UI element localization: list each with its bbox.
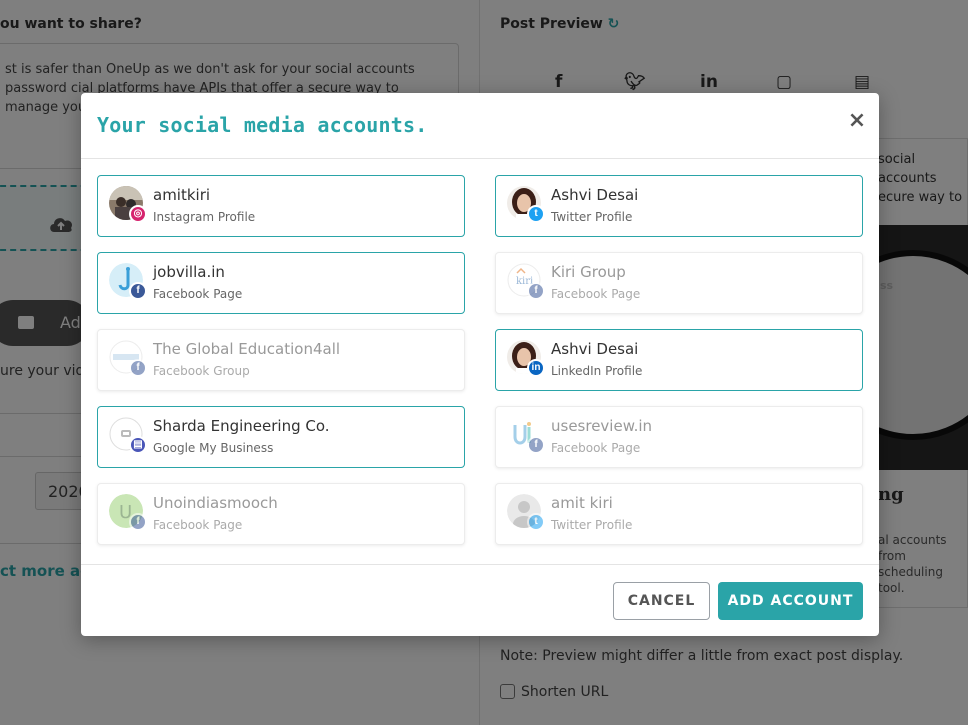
account-type: Instagram Profile (153, 210, 256, 224)
account-type: Facebook Page (153, 518, 243, 532)
cancel-button[interactable]: CANCEL (613, 582, 710, 620)
account-type: Twitter Profile (551, 210, 633, 224)
account-item-ashvi-desai-linkedin[interactable]: in Ashvi Desai LinkedIn Profile (495, 329, 863, 391)
twitter-icon: t (527, 205, 545, 223)
account-name: usesreview.in (551, 417, 653, 435)
account-type: Facebook Page (551, 441, 641, 455)
account-name: Kiri Group (551, 263, 626, 281)
account-name: The Global Education4all (153, 340, 341, 358)
account-type: Google My Business (153, 441, 274, 455)
account-type: Facebook Page (153, 287, 243, 301)
social-accounts-modal: Your social media accounts. × ◎ amitkiri… (81, 93, 879, 636)
linkedin-icon: in (527, 359, 545, 377)
account-type: Twitter Profile (551, 518, 633, 532)
account-item-unoindiasmooch-facebook[interactable]: U f Unoindiasmooch Facebook Page (97, 483, 465, 545)
account-name: Ashvi Desai (551, 186, 639, 204)
google-my-business-icon: ▤ (129, 436, 147, 454)
account-type: Facebook Page (551, 287, 641, 301)
account-type: Facebook Group (153, 364, 250, 378)
instagram-icon: ◎ (129, 205, 147, 223)
add-account-button[interactable]: ADD ACCOUNT (718, 582, 863, 620)
account-item-sharda-engineering-gmb[interactable]: ▤ Sharda Engineering Co. Google My Busin… (97, 406, 465, 468)
account-item-amit-kiri-twitter[interactable]: t amit kiri Twitter Profile (495, 483, 863, 545)
account-item-kiri-group-facebook[interactable]: kiri f Kiri Group Facebook Page (495, 252, 863, 314)
account-item-amitkiri-instagram[interactable]: ◎ amitkiri Instagram Profile (97, 175, 465, 237)
account-item-ashvi-desai-twitter[interactable]: t Ashvi Desai Twitter Profile (495, 175, 863, 237)
account-name: Unoindiasmooch (153, 494, 278, 512)
account-type: LinkedIn Profile (551, 364, 643, 378)
modal-header: Your social media accounts. × (81, 93, 879, 159)
facebook-icon: f (527, 282, 545, 300)
facebook-icon: f (129, 513, 147, 531)
facebook-icon: f (129, 359, 147, 377)
facebook-icon: f (527, 436, 545, 454)
facebook-icon: f (129, 282, 147, 300)
close-icon[interactable]: × (846, 108, 868, 134)
modal-title: Your social media accounts. (97, 113, 428, 137)
twitter-icon: t (527, 513, 545, 531)
account-name: jobvilla.in (153, 263, 225, 281)
account-name: Sharda Engineering Co. (153, 417, 330, 435)
account-item-usesreview-facebook[interactable]: f usesreview.in Facebook Page (495, 406, 863, 468)
account-name: amit kiri (551, 494, 613, 512)
account-name: amitkiri (153, 186, 211, 204)
account-item-jobvilla-facebook[interactable]: f jobvilla.in Facebook Page (97, 252, 465, 314)
account-item-global-education4all-facebook[interactable]: f The Global Education4all Facebook Grou… (97, 329, 465, 391)
modal-footer: CANCEL ADD ACCOUNT (81, 564, 879, 636)
account-name: Ashvi Desai (551, 340, 639, 358)
